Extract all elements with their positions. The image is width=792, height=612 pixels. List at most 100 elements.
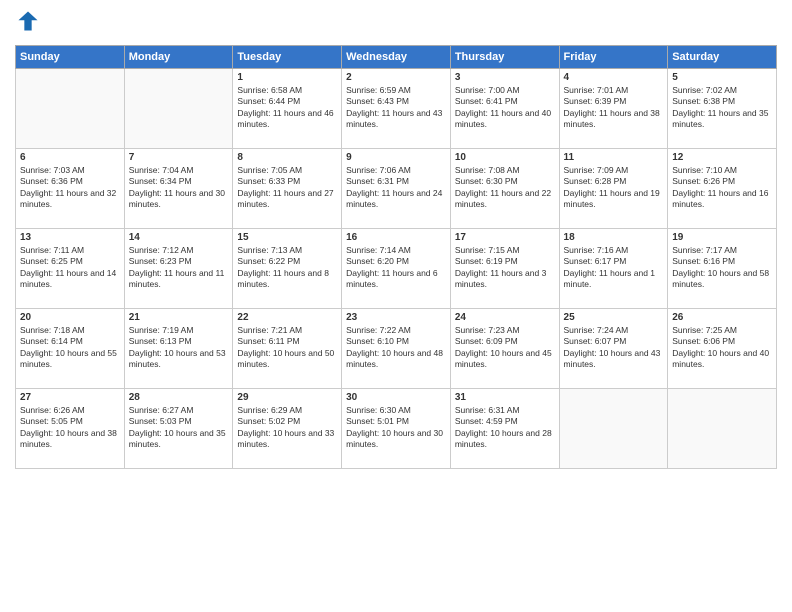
day-number: 29 [237,392,337,403]
page-header [15,10,777,37]
column-header-saturday: Saturday [668,46,777,69]
day-number: 14 [129,232,229,243]
day-info: Sunrise: 6:30 AM Sunset: 5:01 PM Dayligh… [346,405,446,451]
day-number: 4 [564,72,664,83]
calendar-table: SundayMondayTuesdayWednesdayThursdayFrid… [15,45,777,469]
column-header-sunday: Sunday [16,46,125,69]
day-number: 20 [20,312,120,323]
calendar-week-3: 13 Sunrise: 7:11 AM Sunset: 6:25 PM Dayli… [16,229,777,309]
day-number: 10 [455,152,555,163]
calendar-cell: 13 Sunrise: 7:11 AM Sunset: 6:25 PM Dayli… [16,229,125,309]
calendar-cell: 8Sunrise: 7:05 AM Sunset: 6:33 PM Daylig… [233,149,342,229]
day-number: 5 [672,72,772,83]
day-number: 27 [20,392,120,403]
calendar-cell: 2 Sunrise: 6:59 AM Sunset: 6:43 PM Daylig… [342,69,451,149]
day-info: Sunrise: 7:23 AM Sunset: 6:09 PM Dayligh… [455,325,555,371]
calendar-cell: 16 Sunrise: 7:14 AM Sunset: 6:20 PM Dayli… [342,229,451,309]
day-number: 21 [129,312,229,323]
calendar-cell: 5 Sunrise: 7:02 AM Sunset: 6:38 PM Daylig… [668,69,777,149]
day-number: 12 [672,152,772,163]
calendar-cell: 19Sunrise: 7:17 AM Sunset: 6:16 PM Dayli… [668,229,777,309]
day-info: Sunrise: 7:13 AM Sunset: 6:22 PM Dayligh… [237,245,337,291]
day-info: Sunrise: 6:59 AM Sunset: 6:43 PM Dayligh… [346,85,446,131]
column-header-wednesday: Wednesday [342,46,451,69]
day-info: Sunrise: 7:25 AM Sunset: 6:06 PM Dayligh… [672,325,772,371]
column-header-tuesday: Tuesday [233,46,342,69]
day-number: 6 [20,152,120,163]
day-number: 9 [346,152,446,163]
day-info: Sunrise: 7:14 AM Sunset: 6:20 PM Dayligh… [346,245,446,291]
calendar-cell: 31Sunrise: 6:31 AM Sunset: 4:59 PM Dayli… [450,389,559,469]
day-info: Sunrise: 6:31 AM Sunset: 4:59 PM Dayligh… [455,405,555,451]
calendar-header-row: SundayMondayTuesdayWednesdayThursdayFrid… [16,46,777,69]
calendar-cell: 29 Sunrise: 6:29 AM Sunset: 5:02 PM Dayli… [233,389,342,469]
column-header-thursday: Thursday [450,46,559,69]
day-number: 11 [564,152,664,163]
day-info: Sunrise: 7:04 AM Sunset: 6:34 PM Dayligh… [129,165,229,211]
logo-icon [17,10,39,32]
day-info: Sunrise: 7:16 AM Sunset: 6:17 PM Dayligh… [564,245,664,291]
day-number: 15 [237,232,337,243]
day-info: Sunrise: 7:18 AM Sunset: 6:14 PM Dayligh… [20,325,120,371]
day-info: Sunrise: 7:03 AM Sunset: 6:36 PM Dayligh… [20,165,120,211]
day-number: 28 [129,392,229,403]
day-info: Sunrise: 7:08 AM Sunset: 6:30 PM Dayligh… [455,165,555,211]
calendar-cell: 24 Sunrise: 7:23 AM Sunset: 6:09 PM Dayli… [450,309,559,389]
day-info: Sunrise: 7:24 AM Sunset: 6:07 PM Dayligh… [564,325,664,371]
day-info: Sunrise: 6:29 AM Sunset: 5:02 PM Dayligh… [237,405,337,451]
day-info: Sunrise: 7:15 AM Sunset: 6:19 PM Dayligh… [455,245,555,291]
calendar-cell: 7 Sunrise: 7:04 AM Sunset: 6:34 PM Daylig… [124,149,233,229]
calendar-cell: 18 Sunrise: 7:16 AM Sunset: 6:17 PM Dayli… [559,229,668,309]
day-number: 17 [455,232,555,243]
day-info: Sunrise: 7:21 AM Sunset: 6:11 PM Dayligh… [237,325,337,371]
logo [15,10,39,37]
calendar-cell: 10 Sunrise: 7:08 AM Sunset: 6:30 PM Dayli… [450,149,559,229]
calendar-cell: 21 Sunrise: 7:19 AM Sunset: 6:13 PM Dayli… [124,309,233,389]
calendar-cell: 28 Sunrise: 6:27 AM Sunset: 5:03 PM Dayli… [124,389,233,469]
calendar-cell: 4 Sunrise: 7:01 AM Sunset: 6:39 PM Daylig… [559,69,668,149]
day-number: 7 [129,152,229,163]
day-info: Sunrise: 7:09 AM Sunset: 6:28 PM Dayligh… [564,165,664,211]
calendar-cell: 14Sunrise: 7:12 AM Sunset: 6:23 PM Dayli… [124,229,233,309]
day-number: 16 [346,232,446,243]
day-info: Sunrise: 7:01 AM Sunset: 6:39 PM Dayligh… [564,85,664,131]
calendar-cell: 25 Sunrise: 7:24 AM Sunset: 6:07 PM Dayli… [559,309,668,389]
calendar-week-2: 6 Sunrise: 7:03 AM Sunset: 6:36 PM Daylig… [16,149,777,229]
column-header-friday: Friday [559,46,668,69]
calendar-cell: 22 Sunrise: 7:21 AM Sunset: 6:11 PM Dayli… [233,309,342,389]
day-number: 30 [346,392,446,403]
calendar-cell: 23 Sunrise: 7:22 AM Sunset: 6:10 PM Dayli… [342,309,451,389]
calendar-week-1: 1Sunrise: 6:58 AM Sunset: 6:44 PM Daylig… [16,69,777,149]
calendar-cell: 27Sunrise: 6:26 AM Sunset: 5:05 PM Dayli… [16,389,125,469]
day-number: 18 [564,232,664,243]
day-info: Sunrise: 6:27 AM Sunset: 5:03 PM Dayligh… [129,405,229,451]
calendar-cell [16,69,125,149]
calendar-cell: 20 Sunrise: 7:18 AM Sunset: 6:14 PM Dayli… [16,309,125,389]
calendar-cell: 26 Sunrise: 7:25 AM Sunset: 6:06 PM Dayli… [668,309,777,389]
calendar-week-5: 27Sunrise: 6:26 AM Sunset: 5:05 PM Dayli… [16,389,777,469]
day-info: Sunrise: 7:00 AM Sunset: 6:41 PM Dayligh… [455,85,555,131]
day-number: 23 [346,312,446,323]
day-number: 19 [672,232,772,243]
calendar-cell: 17 Sunrise: 7:15 AM Sunset: 6:19 PM Dayli… [450,229,559,309]
day-number: 1 [237,72,337,83]
day-info: Sunrise: 7:19 AM Sunset: 6:13 PM Dayligh… [129,325,229,371]
calendar-week-4: 20 Sunrise: 7:18 AM Sunset: 6:14 PM Dayli… [16,309,777,389]
calendar-cell: 11 Sunrise: 7:09 AM Sunset: 6:28 PM Dayli… [559,149,668,229]
day-number: 25 [564,312,664,323]
day-number: 26 [672,312,772,323]
day-number: 2 [346,72,446,83]
day-number: 13 [20,232,120,243]
calendar-cell [559,389,668,469]
day-info: Sunrise: 7:22 AM Sunset: 6:10 PM Dayligh… [346,325,446,371]
calendar-cell: 30 Sunrise: 6:30 AM Sunset: 5:01 PM Dayli… [342,389,451,469]
day-number: 24 [455,312,555,323]
day-number: 22 [237,312,337,323]
calendar-cell: 6 Sunrise: 7:03 AM Sunset: 6:36 PM Daylig… [16,149,125,229]
day-info: Sunrise: 7:10 AM Sunset: 6:26 PM Dayligh… [672,165,772,211]
day-info: Sunrise: 7:02 AM Sunset: 6:38 PM Dayligh… [672,85,772,131]
day-info: Sunrise: 7:11 AM Sunset: 6:25 PM Dayligh… [20,245,120,291]
calendar-cell [124,69,233,149]
calendar-cell: 12 Sunrise: 7:10 AM Sunset: 6:26 PM Dayli… [668,149,777,229]
day-info: Sunrise: 7:05 AM Sunset: 6:33 PM Dayligh… [237,165,337,211]
